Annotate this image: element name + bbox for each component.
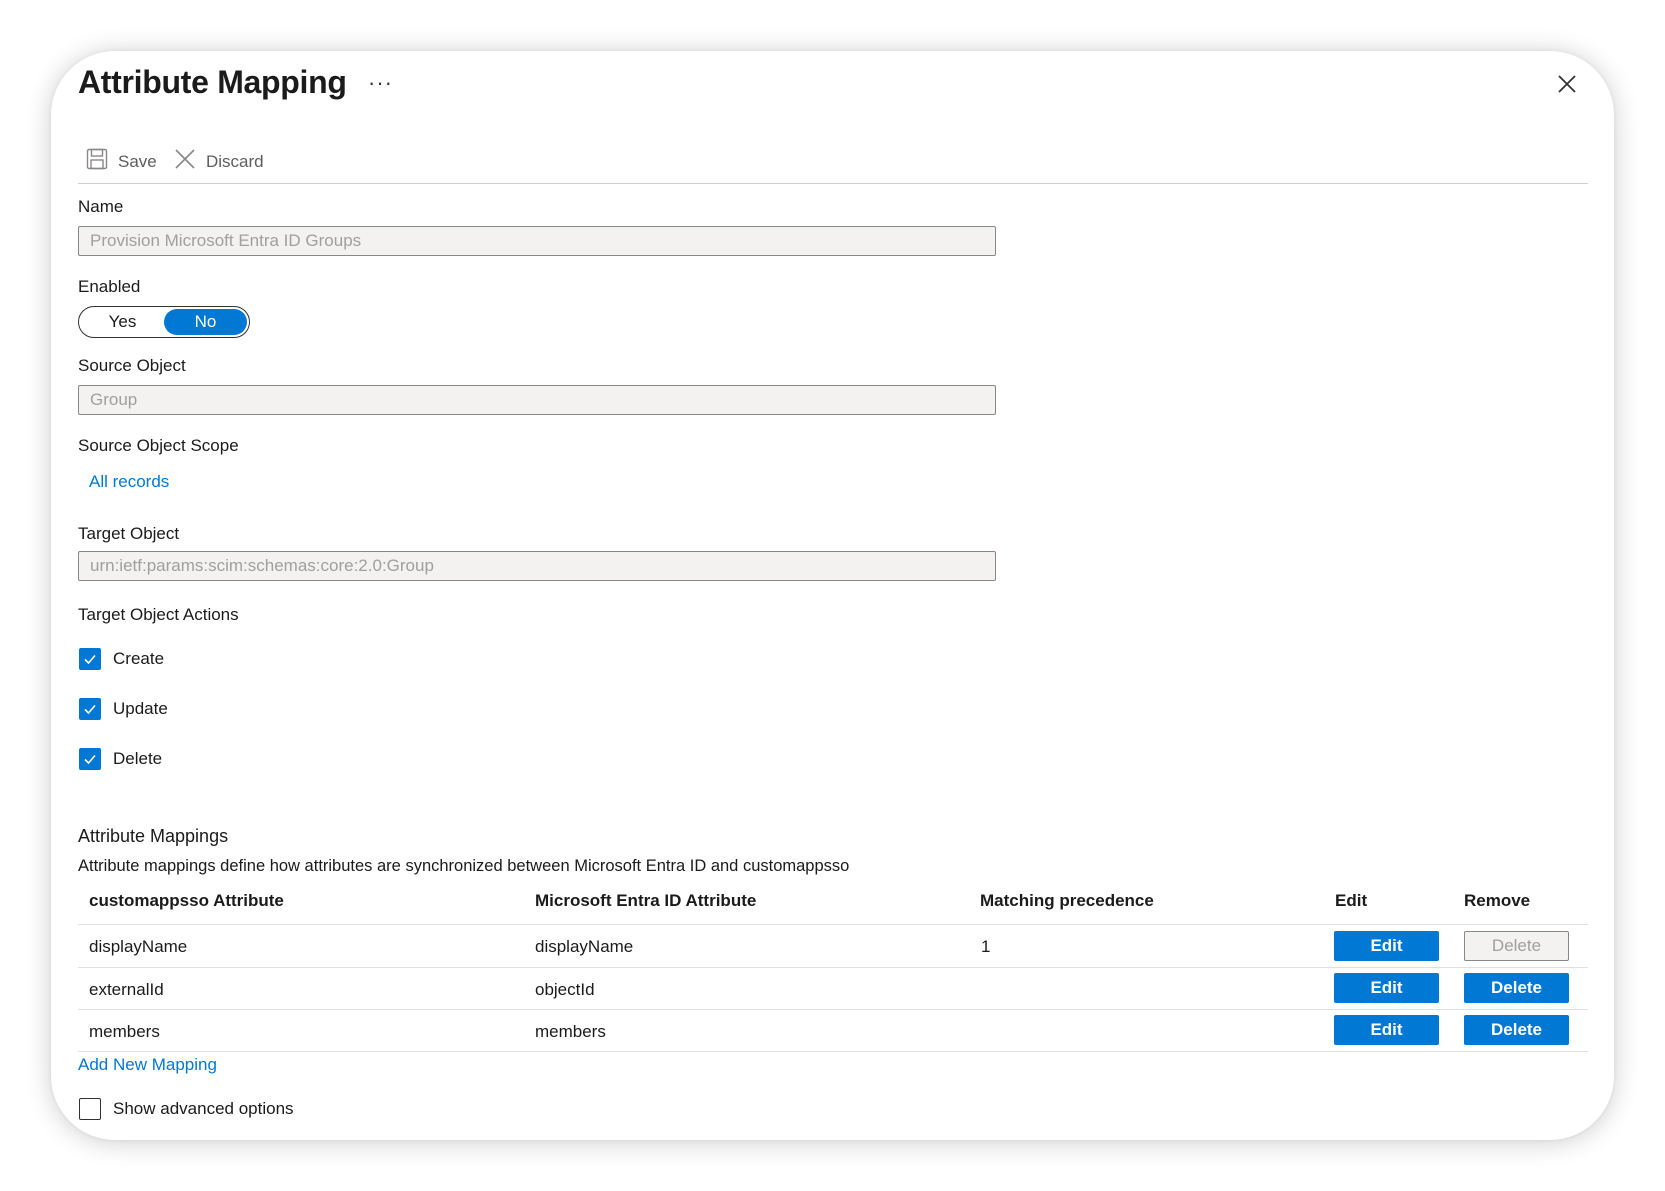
save-label: Save (118, 151, 157, 171)
enabled-label: Enabled (78, 277, 141, 296)
mappings-description: Attribute mappings define how attributes… (78, 857, 850, 875)
row3-target-attr: members (89, 1022, 160, 1041)
update-label: Update (113, 699, 168, 718)
table-header-divider (78, 924, 1588, 925)
all-records-link[interactable]: All records (89, 472, 169, 492)
enabled-no-option[interactable]: No (164, 309, 247, 335)
advanced-options-checkbox[interactable] (79, 1098, 101, 1120)
delete-label: Delete (113, 749, 163, 768)
close-icon[interactable] (1556, 73, 1578, 95)
action-update[interactable]: Update (79, 698, 168, 720)
table-row-divider (78, 967, 1588, 968)
row2-source-attr: objectId (535, 980, 595, 999)
checkmark-icon (84, 754, 96, 765)
col-header-precedence: Matching precedence (980, 891, 1154, 910)
action-delete[interactable]: Delete (79, 748, 162, 770)
save-icon (86, 148, 108, 175)
action-create[interactable]: Create (79, 648, 164, 670)
source-object-label: Source Object (78, 356, 186, 375)
checkmark-icon (84, 654, 96, 665)
row3-source-attr: members (535, 1022, 606, 1041)
row1-target-attr: displayName (89, 937, 188, 956)
delete-checkbox[interactable] (79, 748, 101, 770)
add-new-mapping-link[interactable]: Add New Mapping (78, 1055, 217, 1075)
enabled-toggle[interactable]: Yes No (78, 306, 250, 338)
toolbar-divider (78, 183, 1588, 184)
create-label: Create (113, 649, 165, 668)
source-object-field[interactable]: Group (78, 385, 996, 415)
table-row-divider (78, 1009, 1588, 1010)
create-checkbox[interactable] (79, 648, 101, 670)
row1-source-attr: displayName (535, 937, 634, 956)
update-checkbox[interactable] (79, 698, 101, 720)
col-header-source-attr: Microsoft Entra ID Attribute (535, 891, 757, 910)
discard-button[interactable]: Discard (174, 148, 264, 175)
row3-edit-button[interactable]: Edit (1334, 1015, 1439, 1045)
show-advanced-options[interactable]: Show advanced options (79, 1098, 294, 1120)
discard-label: Discard (206, 151, 264, 171)
row1-precedence: 1 (981, 937, 991, 956)
row1-delete-button[interactable]: Delete (1464, 931, 1569, 961)
discard-icon (174, 148, 196, 175)
target-object-label: Target Object (78, 524, 180, 543)
row1-edit-button[interactable]: Edit (1334, 931, 1439, 961)
source-scope-label: Source Object Scope (78, 436, 239, 455)
col-header-target-attr: customappsso Attribute (89, 891, 284, 910)
name-field[interactable]: Provision Microsoft Entra ID Groups (78, 226, 996, 256)
save-button[interactable]: Save (86, 148, 157, 175)
row2-target-attr: externalId (89, 980, 164, 999)
panel-title: Attribute Mapping (78, 64, 347, 100)
name-label: Name (78, 197, 124, 216)
col-header-edit: Edit (1335, 891, 1368, 910)
target-object-field[interactable]: urn:ietf:params:scim:schemas:core:2.0:Gr… (78, 551, 996, 581)
target-actions-label: Target Object Actions (78, 605, 239, 624)
col-header-remove: Remove (1464, 891, 1531, 910)
table-row-divider (78, 1051, 1588, 1052)
row2-edit-button[interactable]: Edit (1334, 973, 1439, 1003)
mappings-title: Attribute Mappings (78, 826, 229, 846)
checkmark-icon (84, 704, 96, 715)
advanced-options-label: Show advanced options (113, 1099, 294, 1118)
more-options-icon[interactable]: ··· (368, 70, 393, 96)
enabled-yes-option[interactable]: Yes (81, 309, 164, 335)
row3-delete-button[interactable]: Delete (1464, 1015, 1569, 1045)
row2-delete-button[interactable]: Delete (1464, 973, 1569, 1003)
